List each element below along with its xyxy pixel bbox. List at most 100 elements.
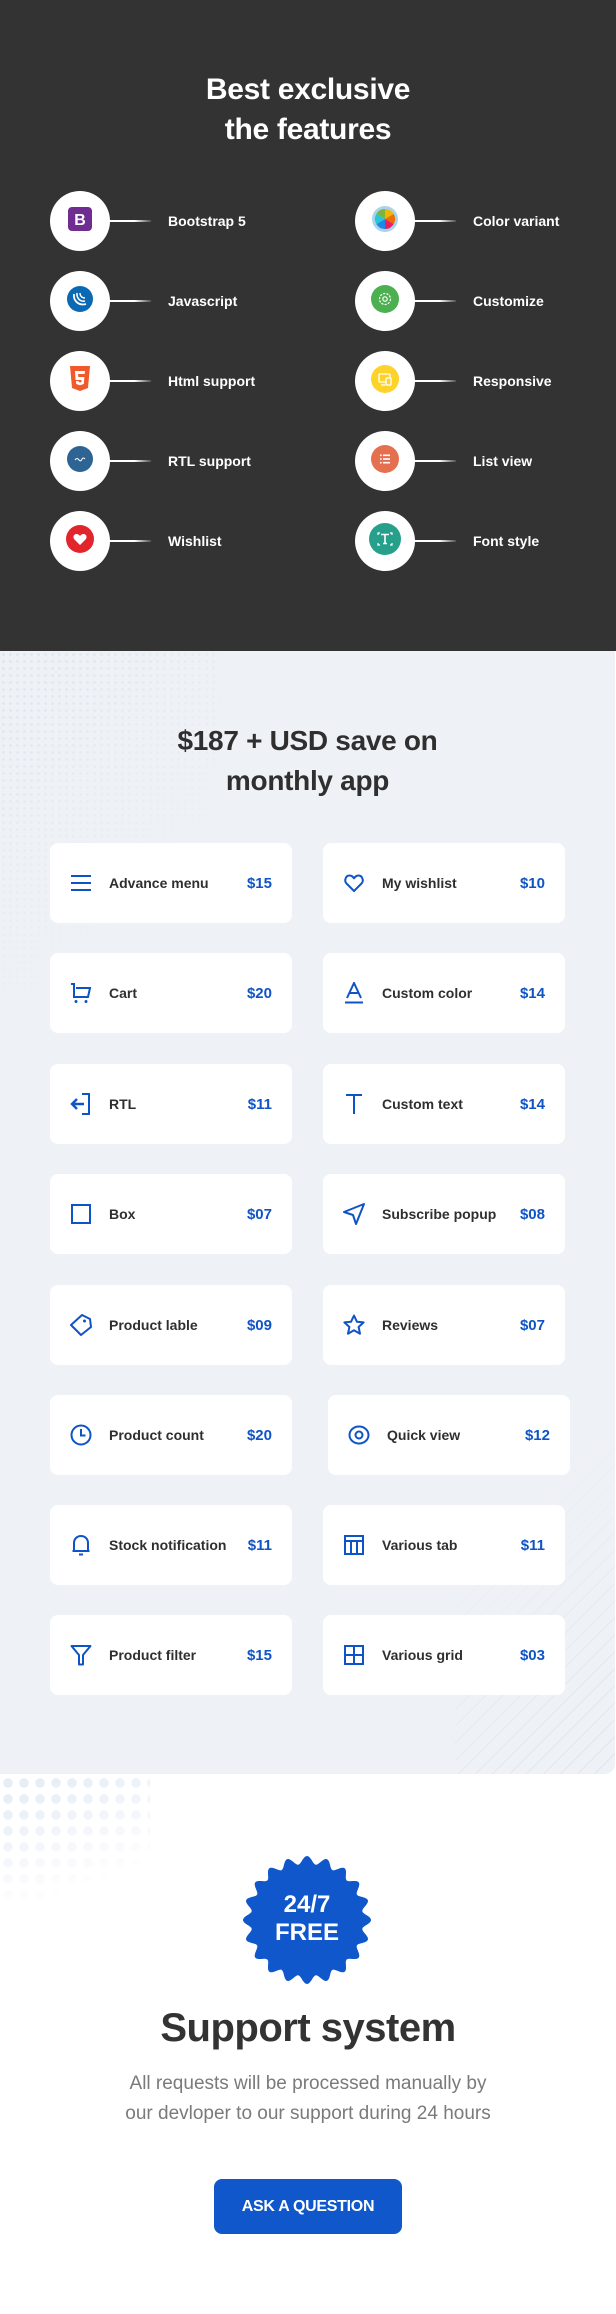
tag-icon <box>70 1314 92 1336</box>
color-wheel-icon <box>372 205 398 237</box>
table-icon <box>343 1534 365 1556</box>
addon-card-custom-color[interactable]: Custom color $14 <box>323 953 565 1033</box>
feature-customize: Customize <box>355 271 615 331</box>
addon-card-various-grid[interactable]: Various grid $03 <box>323 1615 565 1695</box>
login-arrow-icon <box>70 1093 92 1115</box>
badge-line2: FREE <box>274 1919 339 1946</box>
square-icon <box>70 1203 92 1225</box>
grid-icon <box>343 1644 365 1666</box>
badge-line1: 24/7 <box>283 1891 331 1918</box>
addon-card-my-wishlist[interactable]: My wishlist $10 <box>323 843 565 923</box>
addon-label: Subscribe popup <box>382 1206 497 1222</box>
addon-card-subscribe-popup[interactable]: Subscribe popup $08 <box>323 1174 565 1254</box>
addon-card-product-lable[interactable]: Product lable $09 <box>50 1285 292 1365</box>
addon-label: RTL <box>109 1096 137 1112</box>
addon-label: Custom text <box>382 1096 463 1112</box>
support-desc-line2: our devloper to our support during 24 ho… <box>125 2103 491 2124</box>
feature-icon-circle <box>50 431 110 491</box>
connector-line <box>109 300 151 302</box>
feature-icon-circle <box>355 351 415 411</box>
rtl-text-icon <box>67 445 93 477</box>
addon-card-quick-view[interactable]: Quick view $12 <box>328 1395 570 1475</box>
html5-icon <box>69 365 91 397</box>
feature-rtl: RTL support <box>50 431 310 491</box>
addon-label: Product filter <box>109 1647 197 1663</box>
feature-label: Bootstrap 5 <box>168 213 246 229</box>
feature-label: Font style <box>473 533 540 549</box>
addon-card-various-tab[interactable]: Various tab $11 <box>323 1505 565 1585</box>
addon-card-stock-notification[interactable]: Stock notification $11 <box>50 1505 292 1585</box>
addon-label: Advance menu <box>109 875 209 891</box>
ask-question-button[interactable]: ASK A QUESTION <box>214 2179 402 2234</box>
addon-label: Custom color <box>382 985 473 1001</box>
feature-label: Javascript <box>168 293 238 309</box>
addon-card-advance-menu[interactable]: Advance menu $15 <box>50 843 292 923</box>
addon-price: $10 <box>519 874 545 892</box>
feature-font-style: Font style <box>355 511 615 571</box>
pricing-title-line2: monthly app <box>225 765 390 796</box>
devices-icon <box>371 364 399 398</box>
addon-price: $07 <box>519 1316 545 1334</box>
addon-label: Various tab <box>382 1537 458 1553</box>
addon-card-product-filter[interactable]: Product filter $15 <box>50 1615 292 1695</box>
addon-price: $12 <box>524 1426 550 1444</box>
feature-color-variant: Color variant <box>355 191 615 251</box>
clock-icon <box>70 1424 92 1446</box>
addon-price: $20 <box>246 1426 272 1444</box>
heart-icon <box>66 524 94 558</box>
addon-price: $15 <box>246 874 272 892</box>
addon-label: Reviews <box>382 1317 439 1333</box>
addon-price: $14 <box>519 984 545 1002</box>
feature-label: Html support <box>168 373 256 389</box>
type-icon <box>343 1093 365 1115</box>
addon-label: My wishlist <box>382 875 457 891</box>
feature-icon-circle <box>50 511 110 571</box>
svg-text:B: B <box>74 212 86 229</box>
addon-price: $11 <box>247 1095 272 1113</box>
bell-icon <box>70 1534 92 1556</box>
addon-price: $07 <box>246 1205 272 1223</box>
addon-price: $11 <box>520 1536 545 1554</box>
addon-label: Cart <box>109 985 138 1001</box>
bootstrap-icon: B <box>68 206 92 236</box>
connector-line <box>414 540 456 542</box>
gear-icon <box>371 284 399 318</box>
addon-price: $03 <box>519 1646 545 1664</box>
features-section: Best exclusive the features B Bootstrap … <box>0 0 616 651</box>
star-icon <box>343 1314 365 1336</box>
addon-label: Stock notification <box>109 1537 227 1553</box>
pricing-title: $187 + USD save on monthly app <box>0 721 615 801</box>
filter-icon <box>70 1644 92 1666</box>
addon-card-cart[interactable]: Cart $20 <box>50 953 292 1033</box>
addon-card-rtl[interactable]: RTL $11 <box>50 1064 292 1144</box>
connector-line <box>414 460 456 462</box>
menu-icon <box>70 872 92 894</box>
connector-line <box>109 380 151 382</box>
addon-card-product-count[interactable]: Product count $20 <box>50 1395 292 1475</box>
feature-icon-circle <box>355 191 415 251</box>
support-desc-line1: All requests will be processed manually … <box>129 2073 487 2094</box>
pricing-section: $187 + USD save on monthly app Advance m… <box>0 651 615 1774</box>
feature-label: Customize <box>473 293 544 309</box>
feature-label: Wishlist <box>168 533 222 549</box>
feature-list-view: List view <box>355 431 615 491</box>
addon-card-reviews[interactable]: Reviews $07 <box>323 1285 565 1365</box>
feature-icon-circle <box>355 511 415 571</box>
feature-javascript: Javascript <box>50 271 310 331</box>
connector-line <box>109 220 151 222</box>
addon-card-custom-text[interactable]: Custom text $14 <box>323 1064 565 1144</box>
feature-icon-circle: B <box>50 191 110 251</box>
addon-price: $08 <box>519 1205 545 1223</box>
connector-line <box>109 460 151 462</box>
feature-html: Html support <box>50 351 310 411</box>
connector-line <box>109 540 151 542</box>
addon-price: $14 <box>519 1095 545 1113</box>
addon-label: Product count <box>109 1427 204 1443</box>
feature-responsive: Responsive <box>355 351 615 411</box>
jquery-icon <box>67 285 93 317</box>
support-description: All requests will be processed manually … <box>0 2069 616 2129</box>
support-badge: 24/7 FREE <box>242 1855 372 1985</box>
feature-icon-circle <box>355 271 415 331</box>
addon-card-box[interactable]: Box $07 <box>50 1174 292 1254</box>
feature-bootstrap: B Bootstrap 5 <box>50 191 310 251</box>
